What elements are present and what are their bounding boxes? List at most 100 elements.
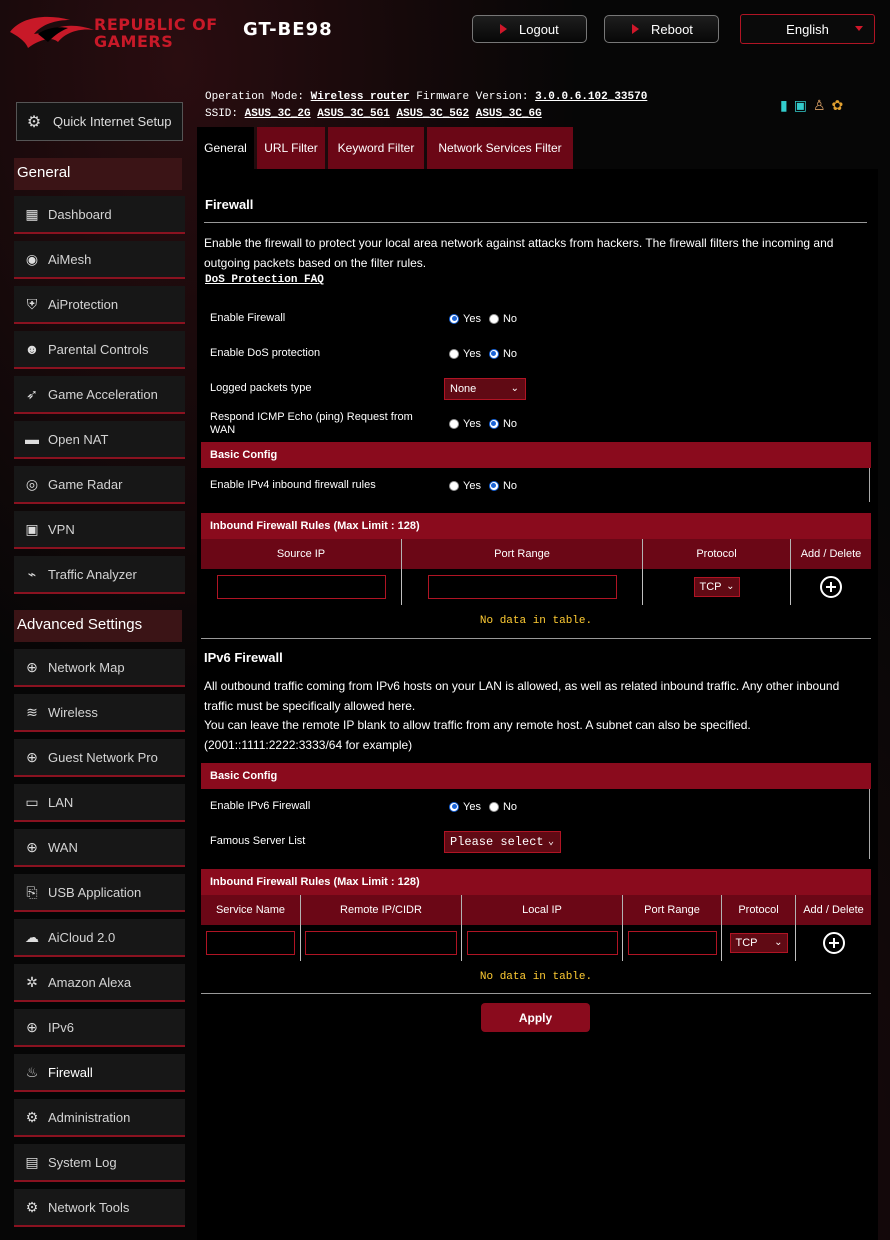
logout-button[interactable]: Logout <box>472 15 587 43</box>
enable-firewall-yes[interactable]: Yes <box>449 313 481 325</box>
apply-button[interactable]: Apply <box>481 1003 590 1032</box>
sidebar-item-wan[interactable]: ⊕ WAN <box>14 829 185 867</box>
logged-packets-select[interactable]: None ⌄ <box>444 377 526 400</box>
radio-selected[interactable] <box>488 480 499 491</box>
sidebar-item-wireless[interactable]: ≋ Wireless <box>14 694 185 732</box>
sidebar-item-network-map[interactable]: ⊕ Network Map <box>14 649 185 687</box>
famous-server-select[interactable]: Please select ⌄ <box>444 830 561 853</box>
radio-selected[interactable] <box>488 418 499 429</box>
tab-keyword-filter[interactable]: Keyword Filter <box>328 127 424 169</box>
brand-name: REPUBLIC OF GAMERS <box>94 16 218 50</box>
radio-unselected[interactable] <box>449 348 459 359</box>
cloud-icon: ☁ <box>25 928 39 945</box>
radio-selected[interactable] <box>449 313 459 324</box>
quick-setup-label: Quick Internet Setup <box>53 114 172 129</box>
logged-packets-row: Logged packets type None ⌄ <box>201 371 871 406</box>
sidebar-item-open-nat[interactable]: ▬ Open NAT <box>14 421 185 459</box>
sidebar-item-dashboard[interactable]: ▦ Dashboard <box>14 196 185 234</box>
ipv4-inbound-yes[interactable]: Yes <box>449 480 481 492</box>
sidebar-item-aimesh[interactable]: ◉ AiMesh <box>14 241 185 279</box>
vpn-icon: ▣ <box>25 520 39 537</box>
select-value: None <box>450 382 477 395</box>
chevron-down-icon: ⌄ <box>726 581 735 592</box>
sidebar-item-vpn[interactable]: ▣ VPN <box>14 511 185 549</box>
service-name-input[interactable] <box>206 931 295 955</box>
select-value: Please select <box>450 834 544 849</box>
add-ipv6-rule-icon[interactable] <box>822 932 845 954</box>
tab-network-services-filter[interactable]: Network Services Filter <box>427 127 573 169</box>
sidebar-item-game-acceleration[interactable]: ➶ Game Acceleration <box>14 376 185 414</box>
source-ip-input[interactable] <box>216 575 386 599</box>
ipv6-rules-input-row: TCP ⌄ <box>201 925 871 961</box>
ipv6-protocol-select[interactable]: TCP ⌄ <box>729 933 788 953</box>
remote-ip-input[interactable] <box>305 931 457 955</box>
enable-firewall-label: Enable Firewall <box>210 312 286 324</box>
divider <box>201 638 871 639</box>
reboot-label: Reboot <box>651 21 693 37</box>
sidebar-item-game-radar[interactable]: ◎ Game Radar <box>14 466 185 504</box>
tab-url-filter[interactable]: URL Filter <box>257 127 325 169</box>
ssid-link[interactable]: ASUS_3C_5G1 <box>317 108 390 120</box>
sidebar-item-lan[interactable]: ▭ LAN <box>14 784 185 822</box>
quick-internet-setup-button[interactable]: ⚙ Quick Internet Setup <box>16 102 183 141</box>
reboot-button[interactable]: Reboot <box>604 15 719 43</box>
sidebar-item-amazon-alexa[interactable]: ✲ Amazon Alexa <box>14 964 185 1002</box>
dos-faq-link[interactable]: DoS Protection FAQ <box>205 274 324 286</box>
radio-selected[interactable] <box>449 801 459 812</box>
globe-icon: ⊕ <box>26 658 38 675</box>
tools-gear-icon: ⚙ <box>25 1198 39 1215</box>
sidebar-item-administration[interactable]: ⚙ Administration <box>14 1099 185 1137</box>
cell <box>623 925 722 961</box>
sidebar-item-aicloud[interactable]: ☁ AiCloud 2.0 <box>14 919 185 957</box>
ipv6-rules-header: Inbound Firewall Rules (Max Limit : 128) <box>201 869 871 895</box>
ipv4-inbound-no[interactable]: No <box>488 480 517 492</box>
enable-dos-no[interactable]: No <box>488 348 517 360</box>
sidebar-item-guest-network-pro[interactable]: ⊕ Guest Network Pro <box>14 739 185 777</box>
radio-unselected[interactable] <box>449 418 459 429</box>
op-mode-label: Operation Mode: <box>205 91 305 103</box>
enable-firewall-no[interactable]: No <box>488 313 517 325</box>
ssid-link[interactable]: ASUS_3C_6G <box>476 108 542 120</box>
settings-gear-icon[interactable]: ✿ <box>832 97 844 114</box>
fw-version-link[interactable]: 3.0.0.6.102_33570 <box>535 91 647 103</box>
protocol-select[interactable]: TCP ⌄ <box>693 577 740 597</box>
enable-dos-yes[interactable]: Yes <box>449 348 481 360</box>
column-header: Port Range <box>402 539 643 569</box>
usb-status-icon[interactable]: ♙ <box>813 97 826 114</box>
ipv6-firewall-no[interactable]: No <box>488 801 517 813</box>
sidebar-item-parental-controls[interactable]: ☻ Parental Controls <box>14 331 185 369</box>
brand-line-2: GAMERS <box>94 32 174 51</box>
add-rule-icon[interactable] <box>820 576 842 598</box>
local-ip-input[interactable] <box>466 931 618 955</box>
language-select[interactable]: English <box>740 14 875 44</box>
ipv6-firewall-yes[interactable]: Yes <box>449 801 481 813</box>
radio-unselected[interactable] <box>488 313 499 324</box>
op-mode-link[interactable]: Wireless router <box>311 91 410 103</box>
wan-globe-icon: ⊕ <box>26 838 38 855</box>
radio-unselected[interactable] <box>488 801 499 812</box>
sidebar-item-label: USB Application <box>48 884 142 900</box>
tab-general[interactable]: General <box>197 127 254 169</box>
ssid-link[interactable]: ASUS_3C_2G <box>245 108 311 120</box>
sidebar-item-network-tools[interactable]: ⚙ Network Tools <box>14 1189 185 1227</box>
radio-unselected[interactable] <box>449 480 459 491</box>
sidebar-item-traffic-analyzer[interactable]: ⌁ Traffic Analyzer <box>14 556 185 594</box>
ipv6-port-range-input[interactable] <box>627 931 717 955</box>
ssid-link[interactable]: ASUS_3C_5G2 <box>396 108 469 120</box>
sidebar-item-firewall[interactable]: ♨ Firewall <box>14 1054 185 1092</box>
famous-server-label: Famous Server List <box>210 835 306 847</box>
sidebar-item-ipv6[interactable]: ⊕ IPv6 <box>14 1009 185 1047</box>
icmp-yes[interactable]: Yes <box>449 418 481 430</box>
cell <box>301 925 462 961</box>
icmp-no[interactable]: No <box>488 418 517 430</box>
shield-icon: ⛨ <box>26 295 38 312</box>
sidebar-item-system-log[interactable]: ▤ System Log <box>14 1144 185 1182</box>
sidebar-item-aiprotection[interactable]: ⛨ AiProtection <box>14 286 185 324</box>
phone-icon[interactable]: ▮ <box>780 97 788 114</box>
sidebar-item-usb-application[interactable]: ⎘ USB Application <box>14 874 185 912</box>
chart-icon: ⌁ <box>27 565 37 582</box>
sidebar-item-label: System Log <box>48 1154 117 1170</box>
port-range-input[interactable] <box>427 575 617 599</box>
clients-icon[interactable]: ▣ <box>794 97 807 114</box>
radio-selected[interactable] <box>488 348 499 359</box>
